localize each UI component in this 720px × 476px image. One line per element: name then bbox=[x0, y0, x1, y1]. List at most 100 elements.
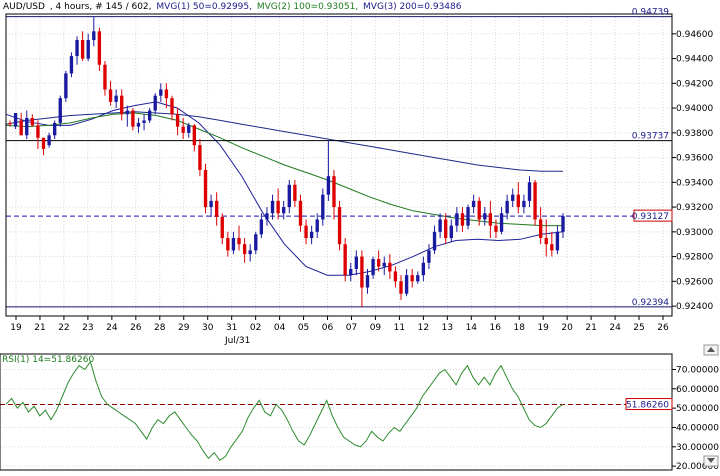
scroll-down-button[interactable] bbox=[703, 455, 719, 467]
candle-body bbox=[471, 200, 476, 208]
candle bbox=[75, 36, 79, 65]
candle bbox=[147, 108, 152, 123]
candle-body bbox=[538, 219, 543, 239]
candle-body bbox=[187, 125, 191, 133]
candle-body bbox=[220, 216, 224, 239]
candle-body bbox=[427, 250, 431, 263]
candle-body bbox=[153, 95, 157, 111]
candle bbox=[92, 16, 96, 47]
header-ma1: MVG(1) 50=0.92995, bbox=[156, 2, 252, 12]
scroll-up-button[interactable] bbox=[703, 344, 719, 356]
candle-body bbox=[114, 95, 118, 102]
rsi-y-tick-label: 60.00000 bbox=[676, 385, 719, 395]
candle bbox=[242, 238, 247, 263]
candle bbox=[466, 204, 470, 230]
moving-average-1-line bbox=[5, 101, 564, 276]
candle-body bbox=[533, 182, 537, 220]
candle bbox=[544, 219, 548, 257]
candle-body bbox=[516, 194, 520, 208]
rsi-current-text: 51.86260 bbox=[626, 401, 669, 411]
candle bbox=[47, 132, 51, 148]
rsi-header: RSI(1) 14=51.86260 bbox=[2, 355, 94, 365]
candle bbox=[181, 117, 185, 140]
price-plot-frame bbox=[5, 13, 673, 317]
candle bbox=[36, 120, 40, 149]
candle-body bbox=[92, 31, 96, 40]
candle-body bbox=[393, 271, 398, 282]
candle-body bbox=[203, 169, 208, 208]
candle-body bbox=[455, 213, 459, 226]
candle-body bbox=[466, 207, 470, 226]
candle-body bbox=[254, 234, 258, 251]
candle bbox=[103, 61, 107, 96]
candle-body bbox=[209, 200, 213, 208]
candle-body bbox=[438, 219, 442, 232]
candle bbox=[53, 120, 57, 140]
rsi-y-tick-label: 30.00000 bbox=[676, 443, 719, 453]
candle-body bbox=[270, 200, 275, 214]
candle-body bbox=[136, 122, 141, 127]
candle-body bbox=[36, 125, 40, 138]
candle-body bbox=[499, 213, 504, 232]
candle bbox=[131, 108, 135, 131]
candle-body bbox=[120, 95, 124, 115]
rsi-y-tick-label: 70.00000 bbox=[676, 365, 719, 375]
price-y-tick-label: 0.92800 bbox=[676, 253, 713, 263]
candle-body bbox=[511, 194, 515, 201]
candle-body bbox=[25, 117, 29, 136]
candle bbox=[304, 219, 308, 245]
price-y-tick-label: 0.93200 bbox=[676, 203, 713, 213]
candle-body bbox=[175, 114, 180, 127]
candle-body bbox=[432, 231, 437, 251]
candle-body bbox=[483, 213, 487, 220]
candle-body bbox=[58, 98, 62, 123]
date-x-tick-label: 05 bbox=[298, 323, 309, 333]
candle-body bbox=[192, 125, 197, 146]
price-y-tick-label: 0.93800 bbox=[676, 129, 713, 139]
chart-svg: AUD/USD , 4 hours, # 145 / 602, MVG(1) 5… bbox=[0, 2, 719, 472]
candle bbox=[254, 231, 258, 255]
candle bbox=[265, 207, 269, 226]
candle-body bbox=[399, 281, 403, 294]
candle-body bbox=[477, 200, 481, 220]
price-y-tick-label: 0.94000 bbox=[676, 104, 713, 114]
candle bbox=[19, 113, 23, 136]
candle bbox=[120, 89, 124, 121]
low-level-label: 0.92394 bbox=[632, 298, 669, 308]
candle-body bbox=[404, 275, 409, 294]
candle-body bbox=[259, 219, 264, 235]
candle bbox=[220, 213, 224, 245]
date-x-tick-label: 25 bbox=[633, 323, 644, 333]
candle bbox=[276, 188, 280, 220]
candle bbox=[86, 33, 90, 62]
candle bbox=[231, 231, 236, 255]
candle-body bbox=[354, 256, 358, 269]
price-y-tick-label: 0.94600 bbox=[676, 30, 713, 40]
moving-average-3-line bbox=[5, 111, 563, 172]
candle-body bbox=[388, 262, 392, 272]
candle-body bbox=[86, 39, 90, 59]
candle-body bbox=[147, 110, 152, 121]
candle-body bbox=[108, 89, 113, 102]
candle-body bbox=[444, 219, 448, 239]
rsi-y-tick-label: 40.00000 bbox=[676, 423, 719, 433]
date-x-tick-label: 14 bbox=[466, 323, 478, 333]
candle bbox=[293, 179, 297, 208]
candle bbox=[460, 207, 465, 232]
candle bbox=[175, 108, 180, 136]
date-x-tick-label: 04 bbox=[274, 323, 286, 333]
candle bbox=[64, 70, 68, 102]
candle-body bbox=[170, 98, 174, 115]
candle-body bbox=[97, 31, 102, 65]
candle bbox=[215, 192, 219, 226]
moving-average-lines bbox=[5, 101, 564, 276]
candle-body bbox=[522, 200, 526, 208]
candle bbox=[226, 231, 230, 257]
candle bbox=[438, 213, 442, 239]
candle bbox=[488, 200, 493, 239]
candle bbox=[41, 137, 46, 156]
date-x-tick-label: 16 bbox=[490, 323, 502, 333]
candle bbox=[432, 225, 437, 255]
candle-body bbox=[371, 259, 375, 276]
candle-body bbox=[53, 122, 57, 136]
